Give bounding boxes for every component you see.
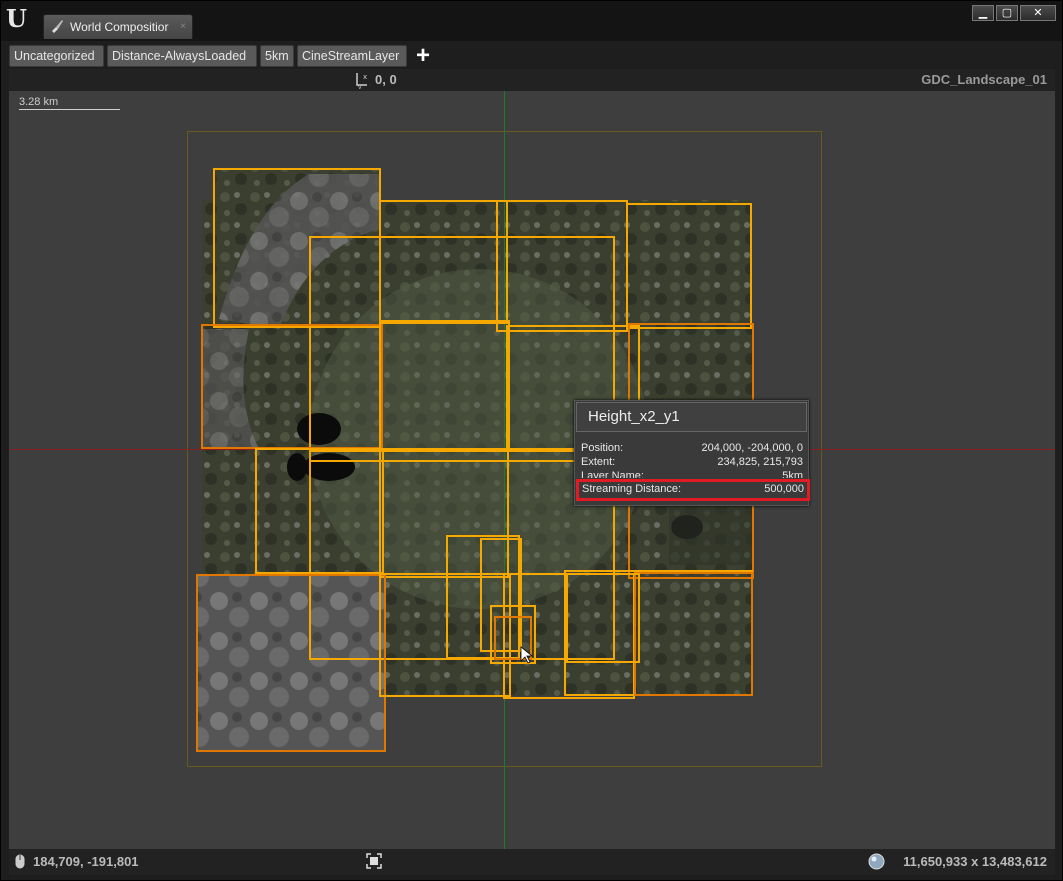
tooltip-title: Height_x2_y1 xyxy=(576,402,807,432)
scale-indicator: 3.28 km xyxy=(19,96,120,110)
brush-icon xyxy=(52,20,63,33)
maximize-button[interactable]: ▢ xyxy=(996,5,1018,21)
layer-distance-always-loaded-button[interactable]: Distance-AlwaysLoaded xyxy=(107,45,257,67)
tooltip-value: 204,000, -204,000, 0 xyxy=(701,442,803,454)
origin-axes-icon: x y xyxy=(356,73,367,89)
layer-5km-button[interactable]: 5km xyxy=(260,45,294,67)
viewport-status-bar: 184,709, -191,801 11,650,933 x 13,483,61… xyxy=(9,849,1055,875)
tooltip-value: 234,825, 215,793 xyxy=(717,456,803,468)
world-composition-window: U World Compositior × ▁ ▢ ✕ Uncategorize… xyxy=(0,0,1063,881)
title-bar: U World Compositior × ▁ ▢ ✕ xyxy=(1,1,1062,41)
tooltip-value: 5km xyxy=(782,470,803,478)
tooltip-row-streaming-distance: Streaming Distance: 500,000 xyxy=(576,479,810,501)
layers-toolbar: Uncategorized Distance-AlwaysLoaded 5km … xyxy=(9,43,1055,69)
svg-text:x: x xyxy=(363,73,367,81)
mouse-icon xyxy=(15,854,25,869)
tab-world-composition[interactable]: World Compositior × xyxy=(43,14,193,39)
minimize-button[interactable]: ▁ xyxy=(972,5,994,21)
tooltip-key: Streaming Distance: xyxy=(582,483,682,495)
tooltip-key: Extent: xyxy=(581,456,616,468)
level-tooltip: Height_x2_y1 Position: 204,000, -204,000… xyxy=(574,400,810,506)
add-layer-button[interactable]: + xyxy=(410,43,436,69)
close-button[interactable]: ✕ xyxy=(1020,5,1056,21)
tab-close-icon[interactable]: × xyxy=(180,15,186,39)
svg-text:y: y xyxy=(358,84,362,89)
window-controls: ▁ ▢ ✕ xyxy=(972,5,1056,21)
tooltip-key: Position: xyxy=(581,442,624,454)
tooltip-row-position: Position: 204,000, -204,000, 0 xyxy=(581,442,803,456)
tooltip-row-extent: Extent: 234,825, 215,793 xyxy=(581,456,803,470)
unreal-logo-icon: U xyxy=(6,4,27,33)
origin-coordinates: 0, 0 xyxy=(375,72,397,87)
viewport-header: x y 0, 0 GDC_Landscape_01 xyxy=(9,69,1055,91)
layer-cinestreamlayer-button[interactable]: CineStreamLayer xyxy=(297,45,407,67)
tooltip-key: Layer Name: xyxy=(581,470,644,478)
focus-selection-icon[interactable] xyxy=(366,853,382,869)
tooltip-value: 500,000 xyxy=(764,483,804,495)
mouse-position: 184,709, -191,801 xyxy=(33,854,139,869)
layer-uncategorized-button[interactable]: Uncategorized xyxy=(9,45,104,67)
world-map-canvas[interactable] xyxy=(9,69,1055,875)
level-name: GDC_Landscape_01 xyxy=(921,72,1047,87)
tab-label: World Compositior xyxy=(70,20,169,34)
world-size: 11,650,933 x 13,483,612 xyxy=(903,854,1047,869)
tooltip-row-layer-name: Layer Name: 5km xyxy=(581,470,803,478)
world-viewport[interactable]: x y 0, 0 GDC_Landscape_01 3.28 km Height… xyxy=(9,69,1055,875)
world-size-icon xyxy=(868,853,885,870)
